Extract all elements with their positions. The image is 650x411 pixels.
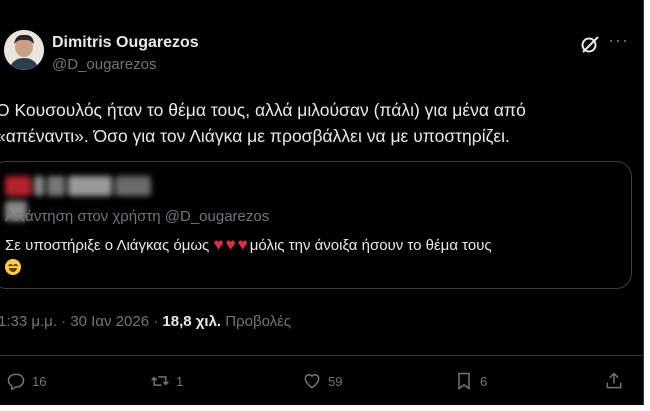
more-options-icon[interactable]: ··· — [608, 30, 629, 51]
post-time[interactable]: 1:33 μ.μ. — [0, 313, 57, 330]
post-text-line2: «απέναντι». Όσο για τον Λιάγκα με προσβά… — [0, 126, 510, 146]
post-text-line1: Ο Κουσουλός ήταν το θέμα τους, αλλά μιλο… — [0, 100, 526, 120]
avatar[interactable] — [4, 30, 44, 70]
quoted-post[interactable]: Απάντηση στον χρήστη @D_ougarezos Σε υπο… — [0, 161, 632, 289]
reply-count: 16 — [32, 373, 47, 389]
bookmark-button[interactable]: 6 — [454, 371, 487, 391]
post-card: Dimitris Ougarezos @D_ougarezos ··· Ο Κο… — [0, 0, 644, 405]
meta-separator: · — [61, 313, 67, 330]
views-label: Προβολές — [225, 313, 292, 330]
author-name[interactable]: Dimitris Ougarezos — [52, 34, 199, 52]
reply-icon — [7, 373, 25, 391]
laughing-tears-emoji-icon — [5, 259, 21, 275]
share-button[interactable] — [604, 371, 624, 391]
views-count[interactable]: 18,8 χιλ. — [162, 313, 221, 330]
blurred-author-image — [5, 176, 175, 221]
like-button[interactable]: 59 — [302, 371, 342, 391]
post-text: Ο Κουσουλός ήταν το θέμα τους, αλλά μιλο… — [0, 97, 636, 149]
quote-text: Σε υποστήριξε ο Λιάγκας όμως ♥♥♥μόλις τη… — [5, 234, 605, 279]
quote-text-after: μόλις την άνοιξα ήσουν το θέμα τους — [249, 237, 492, 254]
quote-text-before: Σε υποστήριξε ο Λιάγκας όμως — [5, 237, 214, 254]
grok-icon[interactable] — [580, 34, 600, 54]
like-count: 59 — [328, 373, 343, 389]
bookmark-icon — [458, 372, 470, 390]
red-hearts-emoji: ♥♥♥ — [213, 235, 250, 254]
divider — [0, 355, 643, 356]
reply-to-label[interactable]: Απάντηση στον χρήστη @D_ougarezos — [5, 208, 269, 225]
bookmark-count: 6 — [480, 373, 488, 389]
share-icon — [606, 372, 622, 389]
repost-button[interactable]: 1 — [150, 371, 183, 391]
post-meta: 1:33 μ.μ. · 30 Ιαν 2026 · 18,8 χιλ. Προβ… — [0, 313, 291, 330]
author-handle[interactable]: @D_ougarezos — [52, 56, 156, 73]
repost-icon — [151, 376, 169, 386]
heart-icon — [304, 374, 320, 389]
post-date[interactable]: 30 Ιαν 2026 — [70, 313, 149, 330]
reply-button[interactable]: 16 — [6, 371, 46, 391]
repost-count: 1 — [176, 373, 184, 389]
meta-separator: · — [153, 313, 159, 330]
